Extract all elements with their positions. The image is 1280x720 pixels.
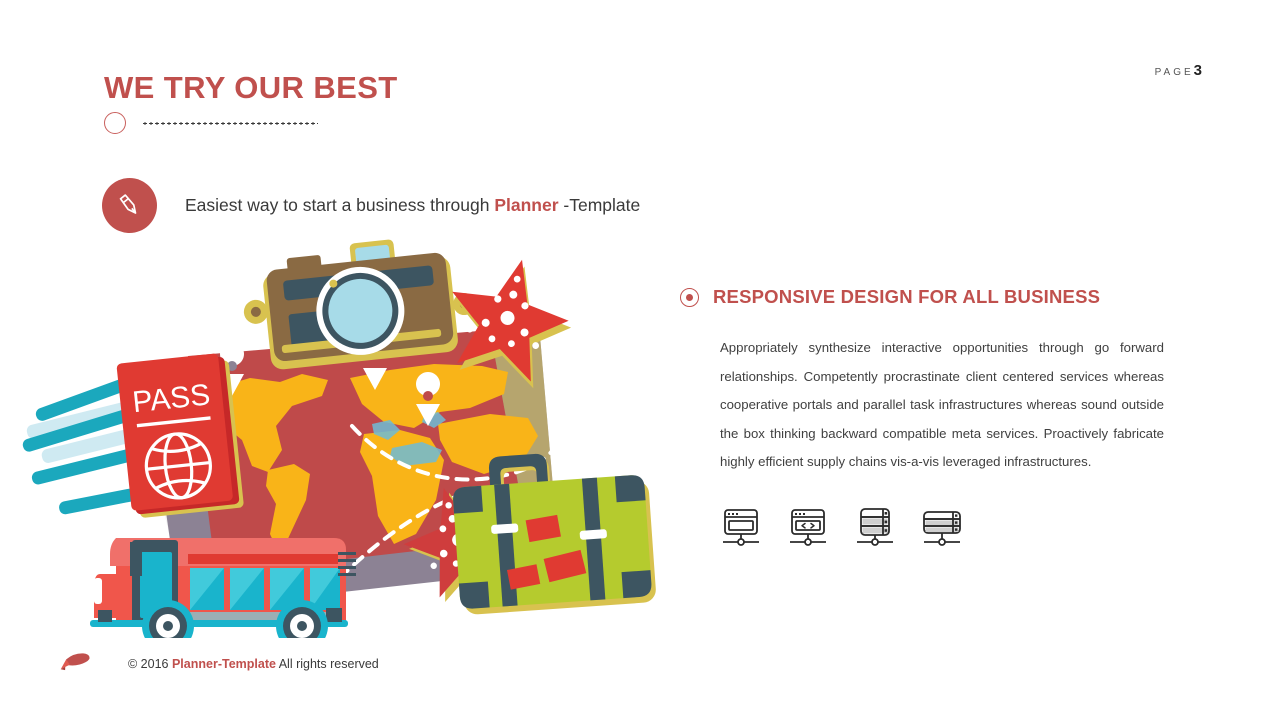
subtitle-row: Easiest way to start a business through … (102, 178, 640, 233)
page-indicator: PAGE3 (1155, 62, 1202, 79)
footer-copyright: © 2016 (128, 656, 172, 671)
footer-text: © 2016 Planner-Template All rights reser… (128, 657, 379, 671)
passport: PASS (116, 353, 244, 518)
pencil-icon (102, 178, 157, 233)
title-divider (104, 112, 318, 134)
slide: WE TRY OUR BEST PAGE3 Easiest way to sta… (0, 0, 1280, 720)
tech-icon-row (718, 503, 1170, 549)
footer: © 2016 Planner-Template All rights reser… (58, 651, 379, 676)
page-label: PAGE (1154, 67, 1194, 78)
content-column: RESPONSIVE DESIGN FOR ALL BUSINESS Appro… (680, 286, 1170, 549)
page-title: WE TRY OUR BEST (104, 70, 398, 105)
travel-illustration: PASS (20, 238, 680, 701)
bus (90, 538, 356, 652)
radio-target-icon (680, 287, 699, 307)
subtitle-accent: Planner (494, 195, 559, 215)
circle-outline-icon (104, 112, 126, 134)
monitor-code-icon (785, 503, 831, 549)
body-paragraph: Appropriately synthesize interactive opp… (720, 340, 1164, 470)
pen-marker-icon (58, 651, 92, 676)
subtitle-before: Easiest way to start a business through (185, 195, 495, 215)
page-number: 3 (1193, 62, 1202, 79)
database-rack-icon (919, 503, 965, 549)
footer-brand: Planner-Template (171, 656, 276, 671)
section-heading: RESPONSIVE DESIGN FOR ALL BUSINESS (680, 286, 1170, 308)
subtitle-text: Easiest way to start a business through … (185, 195, 640, 216)
monitor-browser-icon (718, 503, 764, 549)
dotted-divider (142, 121, 318, 125)
subtitle-after: -Template (558, 195, 641, 215)
section-title: RESPONSIVE DESIGN FOR ALL BUSINESS (713, 286, 1101, 307)
server-rack-icon (852, 503, 898, 549)
footer-rights: All rights reserved (275, 656, 379, 671)
